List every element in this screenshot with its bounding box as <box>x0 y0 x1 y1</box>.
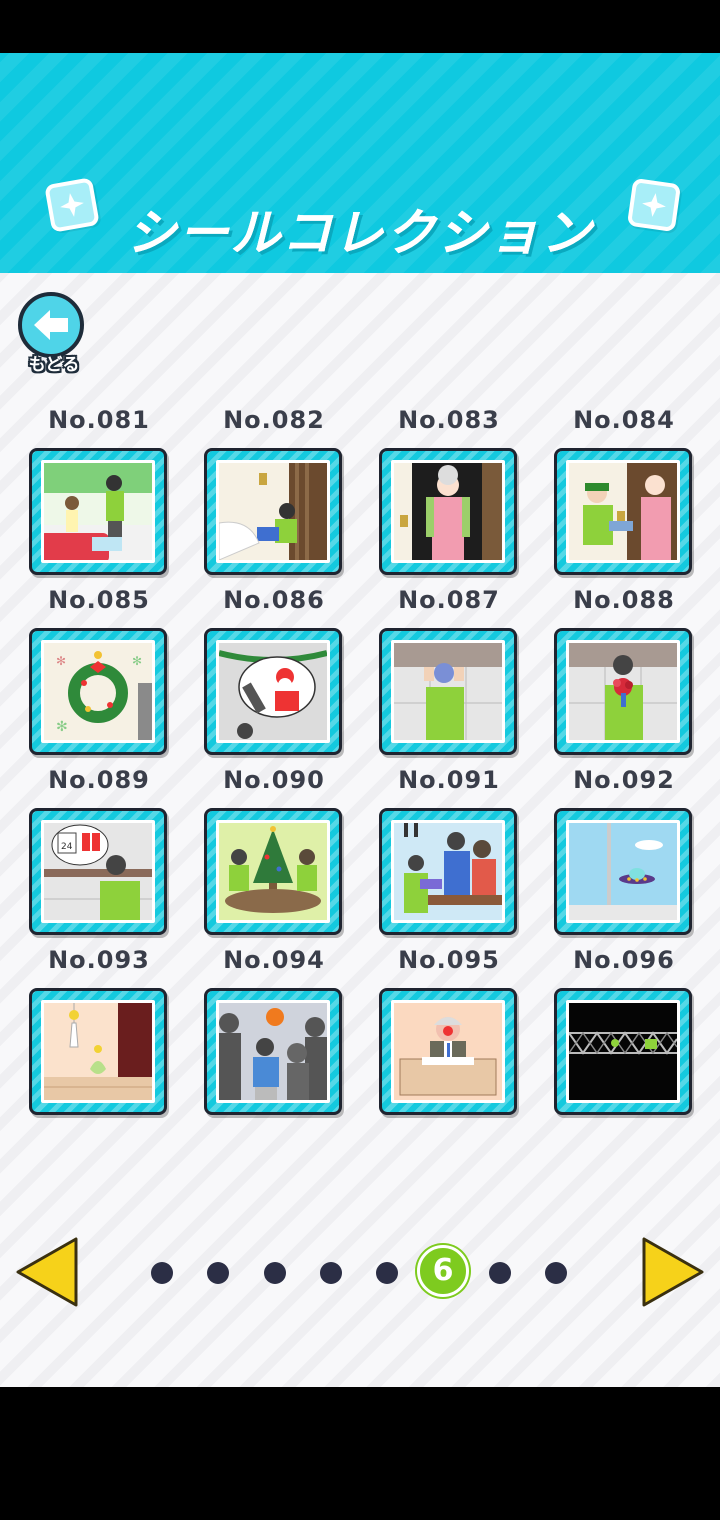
sticker-number: No.085 <box>48 586 150 614</box>
svg-text:24: 24 <box>61 842 73 852</box>
sticker-card[interactable] <box>554 448 692 575</box>
sticker-number: No.087 <box>398 586 500 614</box>
sticker-cell: No.095 <box>379 940 519 1115</box>
sticker-image <box>391 820 505 923</box>
sticker-cell: No.085 ✻ ✻ ✻ <box>29 580 169 755</box>
sticker-cell: No.081 <box>29 400 169 575</box>
page-dot-3[interactable] <box>264 1262 286 1284</box>
back-circle <box>18 292 84 358</box>
svg-text:✻: ✻ <box>56 654 66 668</box>
sticker-card[interactable] <box>379 808 517 935</box>
page-dot-4[interactable] <box>320 1262 342 1284</box>
next-page-button[interactable] <box>638 1235 708 1309</box>
sticker-cell: No.086 <box>204 580 344 755</box>
sticker-image <box>566 820 680 923</box>
sticker-card[interactable] <box>379 448 517 575</box>
sticker-card[interactable] <box>29 448 167 575</box>
sticker-image <box>216 460 330 563</box>
sticker-card[interactable] <box>204 448 342 575</box>
page-dot-5[interactable] <box>376 1262 398 1284</box>
sticker-card[interactable] <box>204 628 342 755</box>
sticker-number: No.095 <box>398 946 500 974</box>
sticker-image: 24 <box>41 820 155 923</box>
sticker-card[interactable] <box>379 988 517 1115</box>
sticker-cell: No.096 <box>554 940 694 1115</box>
sticker-card[interactable]: ✻ ✻ ✻ <box>29 628 167 755</box>
svg-text:✻: ✻ <box>56 719 68 735</box>
sticker-image <box>566 1000 680 1103</box>
sticker-number: No.091 <box>398 766 500 794</box>
sticker-image <box>566 640 680 743</box>
sticker-image <box>216 640 330 743</box>
sticker-number: No.093 <box>48 946 150 974</box>
sticker-image <box>216 820 330 923</box>
sticker-cell: No.093 <box>29 940 169 1115</box>
sticker-image: ✻ ✻ ✻ <box>41 640 155 743</box>
sticker-card[interactable] <box>29 988 167 1115</box>
sticker-number: No.082 <box>223 406 325 434</box>
page-dot-1[interactable] <box>151 1262 173 1284</box>
sticker-cell: No.082 <box>204 400 344 575</box>
sticker-image <box>391 460 505 563</box>
sticker-card[interactable]: 24 <box>29 808 167 935</box>
sticker-cell: No.084 <box>554 400 694 575</box>
page-dot-7[interactable] <box>489 1262 511 1284</box>
sticker-cell: No.089 24 <box>29 760 169 935</box>
sticker-number: No.094 <box>223 946 325 974</box>
sticker-number: No.089 <box>48 766 150 794</box>
sticker-number: No.088 <box>573 586 675 614</box>
sticker-image <box>216 1000 330 1103</box>
page-title: シールコレクション <box>126 204 594 262</box>
sticker-cell: No.087 <box>379 580 519 755</box>
pager: 6 <box>0 1235 720 1310</box>
triangle-right-icon <box>642 1237 704 1307</box>
sticker-card[interactable] <box>204 988 342 1115</box>
sticker-card[interactable] <box>554 988 692 1115</box>
back-button[interactable]: もどる <box>18 292 90 375</box>
sticker-card[interactable] <box>554 628 692 755</box>
header-banner: シールコレクション <box>0 53 720 273</box>
sticker-cell: No.083 <box>379 400 519 575</box>
sticker-image <box>41 1000 155 1103</box>
sticker-number: No.096 <box>573 946 675 974</box>
sticker-card[interactable] <box>554 808 692 935</box>
sticker-image <box>391 640 505 743</box>
sticker-cell: No.092 <box>554 760 694 935</box>
sticker-cell: No.094 <box>204 940 344 1115</box>
sticker-number: No.083 <box>398 406 500 434</box>
arrow-left-icon <box>34 310 68 340</box>
back-label: もどる <box>28 355 80 375</box>
svg-text:✻: ✻ <box>132 654 142 668</box>
sticker-number: No.081 <box>48 406 150 434</box>
sticker-number: No.086 <box>223 586 325 614</box>
sticker-image <box>566 460 680 563</box>
page-dot-2[interactable] <box>207 1262 229 1284</box>
page-dot-active[interactable]: 6 <box>417 1245 469 1297</box>
sticker-card[interactable] <box>379 628 517 755</box>
sticker-image <box>41 460 155 563</box>
sticker-image <box>391 1000 505 1103</box>
sticker-number: No.092 <box>573 766 675 794</box>
sticker-cell: No.088 <box>554 580 694 755</box>
page-dot-8[interactable] <box>545 1262 567 1284</box>
status-bar <box>0 0 720 53</box>
sticker-number: No.084 <box>573 406 675 434</box>
sticker-number: No.090 <box>223 766 325 794</box>
prev-page-button[interactable] <box>12 1235 82 1309</box>
sticker-card[interactable] <box>204 808 342 935</box>
triangle-left-icon <box>16 1237 78 1307</box>
sticker-cell: No.091 <box>379 760 519 935</box>
system-nav-bar <box>0 1387 720 1520</box>
sticker-cell: No.090 <box>204 760 344 935</box>
